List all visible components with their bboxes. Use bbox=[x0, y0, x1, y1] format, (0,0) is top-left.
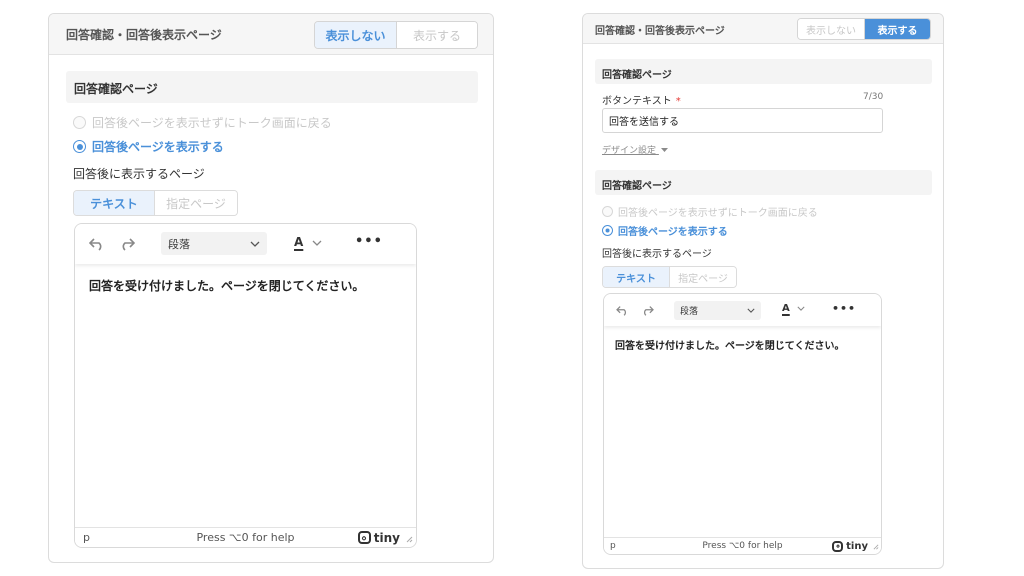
editor-status-bar: p Press ⌥0 for help tiny bbox=[75, 527, 416, 547]
tiny-brand-text: tiny bbox=[373, 530, 400, 545]
right-panel: 回答確認・回答後表示ページ 表示しない 表示する 回答確認ページ ボタンテキスト… bbox=[582, 13, 944, 569]
more-icon[interactable]: ••• bbox=[355, 234, 383, 249]
radio-label: 回答後ページを表示する bbox=[618, 227, 728, 238]
display-toggle: 表示しない 表示する bbox=[797, 18, 931, 40]
content-type-tabs: テキスト 指定ページ bbox=[602, 266, 737, 288]
block-format-value: 段落 bbox=[680, 307, 699, 317]
radio-button[interactable] bbox=[602, 206, 613, 217]
show-button[interactable]: 表示する bbox=[865, 19, 930, 39]
design-settings-text: デザイン設定 bbox=[602, 146, 657, 156]
block-format-select[interactable]: 段落 bbox=[674, 301, 761, 320]
caret-down-icon bbox=[660, 146, 668, 156]
panel-header: 回答確認・回答後表示ページ 表示しない 表示する bbox=[583, 14, 943, 44]
tiny-brand-text: tiny bbox=[846, 540, 868, 552]
editor-content[interactable]: 回答を受け付けました。ページを閉じてください。 bbox=[604, 337, 881, 352]
tiny-brand[interactable]: tiny bbox=[832, 540, 868, 552]
char-counter: 7/30 bbox=[863, 92, 884, 102]
tiny-logo-icon bbox=[832, 540, 844, 552]
redo-icon[interactable] bbox=[117, 234, 137, 254]
section-title: 回答確認ページ bbox=[74, 82, 158, 96]
radio-show-after-page[interactable]: 回答後ページを表示する bbox=[602, 223, 728, 238]
after-page-label: 回答後に表示するページ bbox=[73, 167, 205, 181]
display-toggle: 表示しない 表示する bbox=[314, 21, 478, 49]
show-button[interactable]: 表示する bbox=[397, 22, 477, 48]
editor-status-bar: p Press ⌥0 for help tiny bbox=[604, 537, 881, 554]
block-format-select[interactable]: 段落 bbox=[161, 232, 267, 255]
rich-text-editor: 段落 A ••• 回答を受け付けました。ページを閉じてください。 p Press… bbox=[603, 293, 882, 555]
radio-label: 回答後ページを表示せずにトーク画面に戻る bbox=[618, 208, 818, 219]
tab-text[interactable]: テキスト bbox=[74, 191, 155, 215]
section-title: 回答確認ページ bbox=[602, 70, 672, 81]
radio-button[interactable] bbox=[73, 116, 86, 129]
tab-specified-page[interactable]: 指定ページ bbox=[670, 267, 736, 287]
editor-toolbar: 段落 A ••• bbox=[75, 224, 416, 264]
chevron-down-icon bbox=[250, 237, 260, 250]
hide-button[interactable]: 表示しない bbox=[798, 19, 865, 39]
button-text-label: ボタンテキスト * bbox=[602, 92, 681, 107]
hide-button[interactable]: 表示しない bbox=[315, 22, 397, 48]
section-title: 回答確認ページ bbox=[602, 181, 672, 192]
tab-specified-page[interactable]: 指定ページ bbox=[155, 191, 237, 215]
radio-button-selected[interactable] bbox=[602, 225, 613, 236]
section-bar: 回答確認ページ bbox=[66, 71, 478, 103]
tiny-logo-icon bbox=[357, 531, 371, 544]
radio-show-after-page[interactable]: .sz1::after{} 回答後ページを表示する bbox=[73, 138, 224, 155]
font-color-button[interactable]: A bbox=[782, 303, 805, 314]
more-icon[interactable]: ••• bbox=[832, 302, 856, 315]
font-color-icon: A bbox=[294, 235, 304, 249]
radio-button-selected[interactable]: .sz1::after{} bbox=[73, 140, 86, 153]
resize-handle-icon[interactable] bbox=[873, 543, 879, 553]
section-bar: 回答確認ページ bbox=[595, 170, 932, 195]
after-page-label: 回答後に表示するページ bbox=[602, 249, 712, 260]
confirm-section-bar: 回答確認ページ bbox=[595, 59, 932, 84]
chevron-down-icon bbox=[747, 306, 755, 316]
panel-header: 回答確認・回答後表示ページ 表示しない 表示する bbox=[49, 14, 493, 55]
tab-text[interactable]: テキスト bbox=[603, 267, 670, 287]
radio-label: 回答後ページを表示する bbox=[92, 140, 224, 154]
chevron-down-icon bbox=[797, 303, 805, 314]
design-settings-link[interactable]: デザイン設定 bbox=[602, 143, 668, 156]
required-mark: * bbox=[675, 96, 681, 107]
chevron-down-icon bbox=[312, 235, 322, 249]
block-format-value: 段落 bbox=[168, 237, 190, 251]
undo-icon[interactable] bbox=[87, 234, 107, 254]
left-panel: 回答確認・回答後表示ページ 表示しない 表示する 回答確認ページ 回答後ページを… bbox=[48, 13, 494, 563]
content-type-tabs: テキスト 指定ページ bbox=[73, 190, 238, 216]
font-color-icon: A bbox=[782, 303, 790, 314]
button-text-label-text: ボタンテキスト bbox=[602, 96, 672, 107]
rich-text-editor: 段落 A ••• 回答を受け付けました。ページを閉じてください。 p Press… bbox=[74, 223, 417, 548]
tiny-brand[interactable]: tiny bbox=[357, 530, 400, 545]
radio-return-to-talk[interactable]: 回答後ページを表示せずにトーク画面に戻る bbox=[602, 204, 818, 219]
undo-icon[interactable] bbox=[614, 302, 630, 318]
resize-handle-icon[interactable] bbox=[406, 533, 413, 546]
panel-title: 回答確認・回答後表示ページ bbox=[595, 26, 725, 37]
radio-label: 回答後ページを表示せずにトーク画面に戻る bbox=[92, 116, 332, 130]
radio-return-to-talk[interactable]: 回答後ページを表示せずにトーク画面に戻る bbox=[73, 114, 332, 131]
redo-icon[interactable] bbox=[639, 302, 655, 318]
editor-toolbar: 段落 A ••• bbox=[604, 294, 881, 326]
panel-title: 回答確認・回答後表示ページ bbox=[66, 28, 222, 42]
editor-content[interactable]: 回答を受け付けました。ページを閉じてください。 bbox=[75, 277, 416, 294]
button-text-input[interactable] bbox=[602, 108, 883, 133]
font-color-button[interactable]: A bbox=[294, 235, 322, 249]
